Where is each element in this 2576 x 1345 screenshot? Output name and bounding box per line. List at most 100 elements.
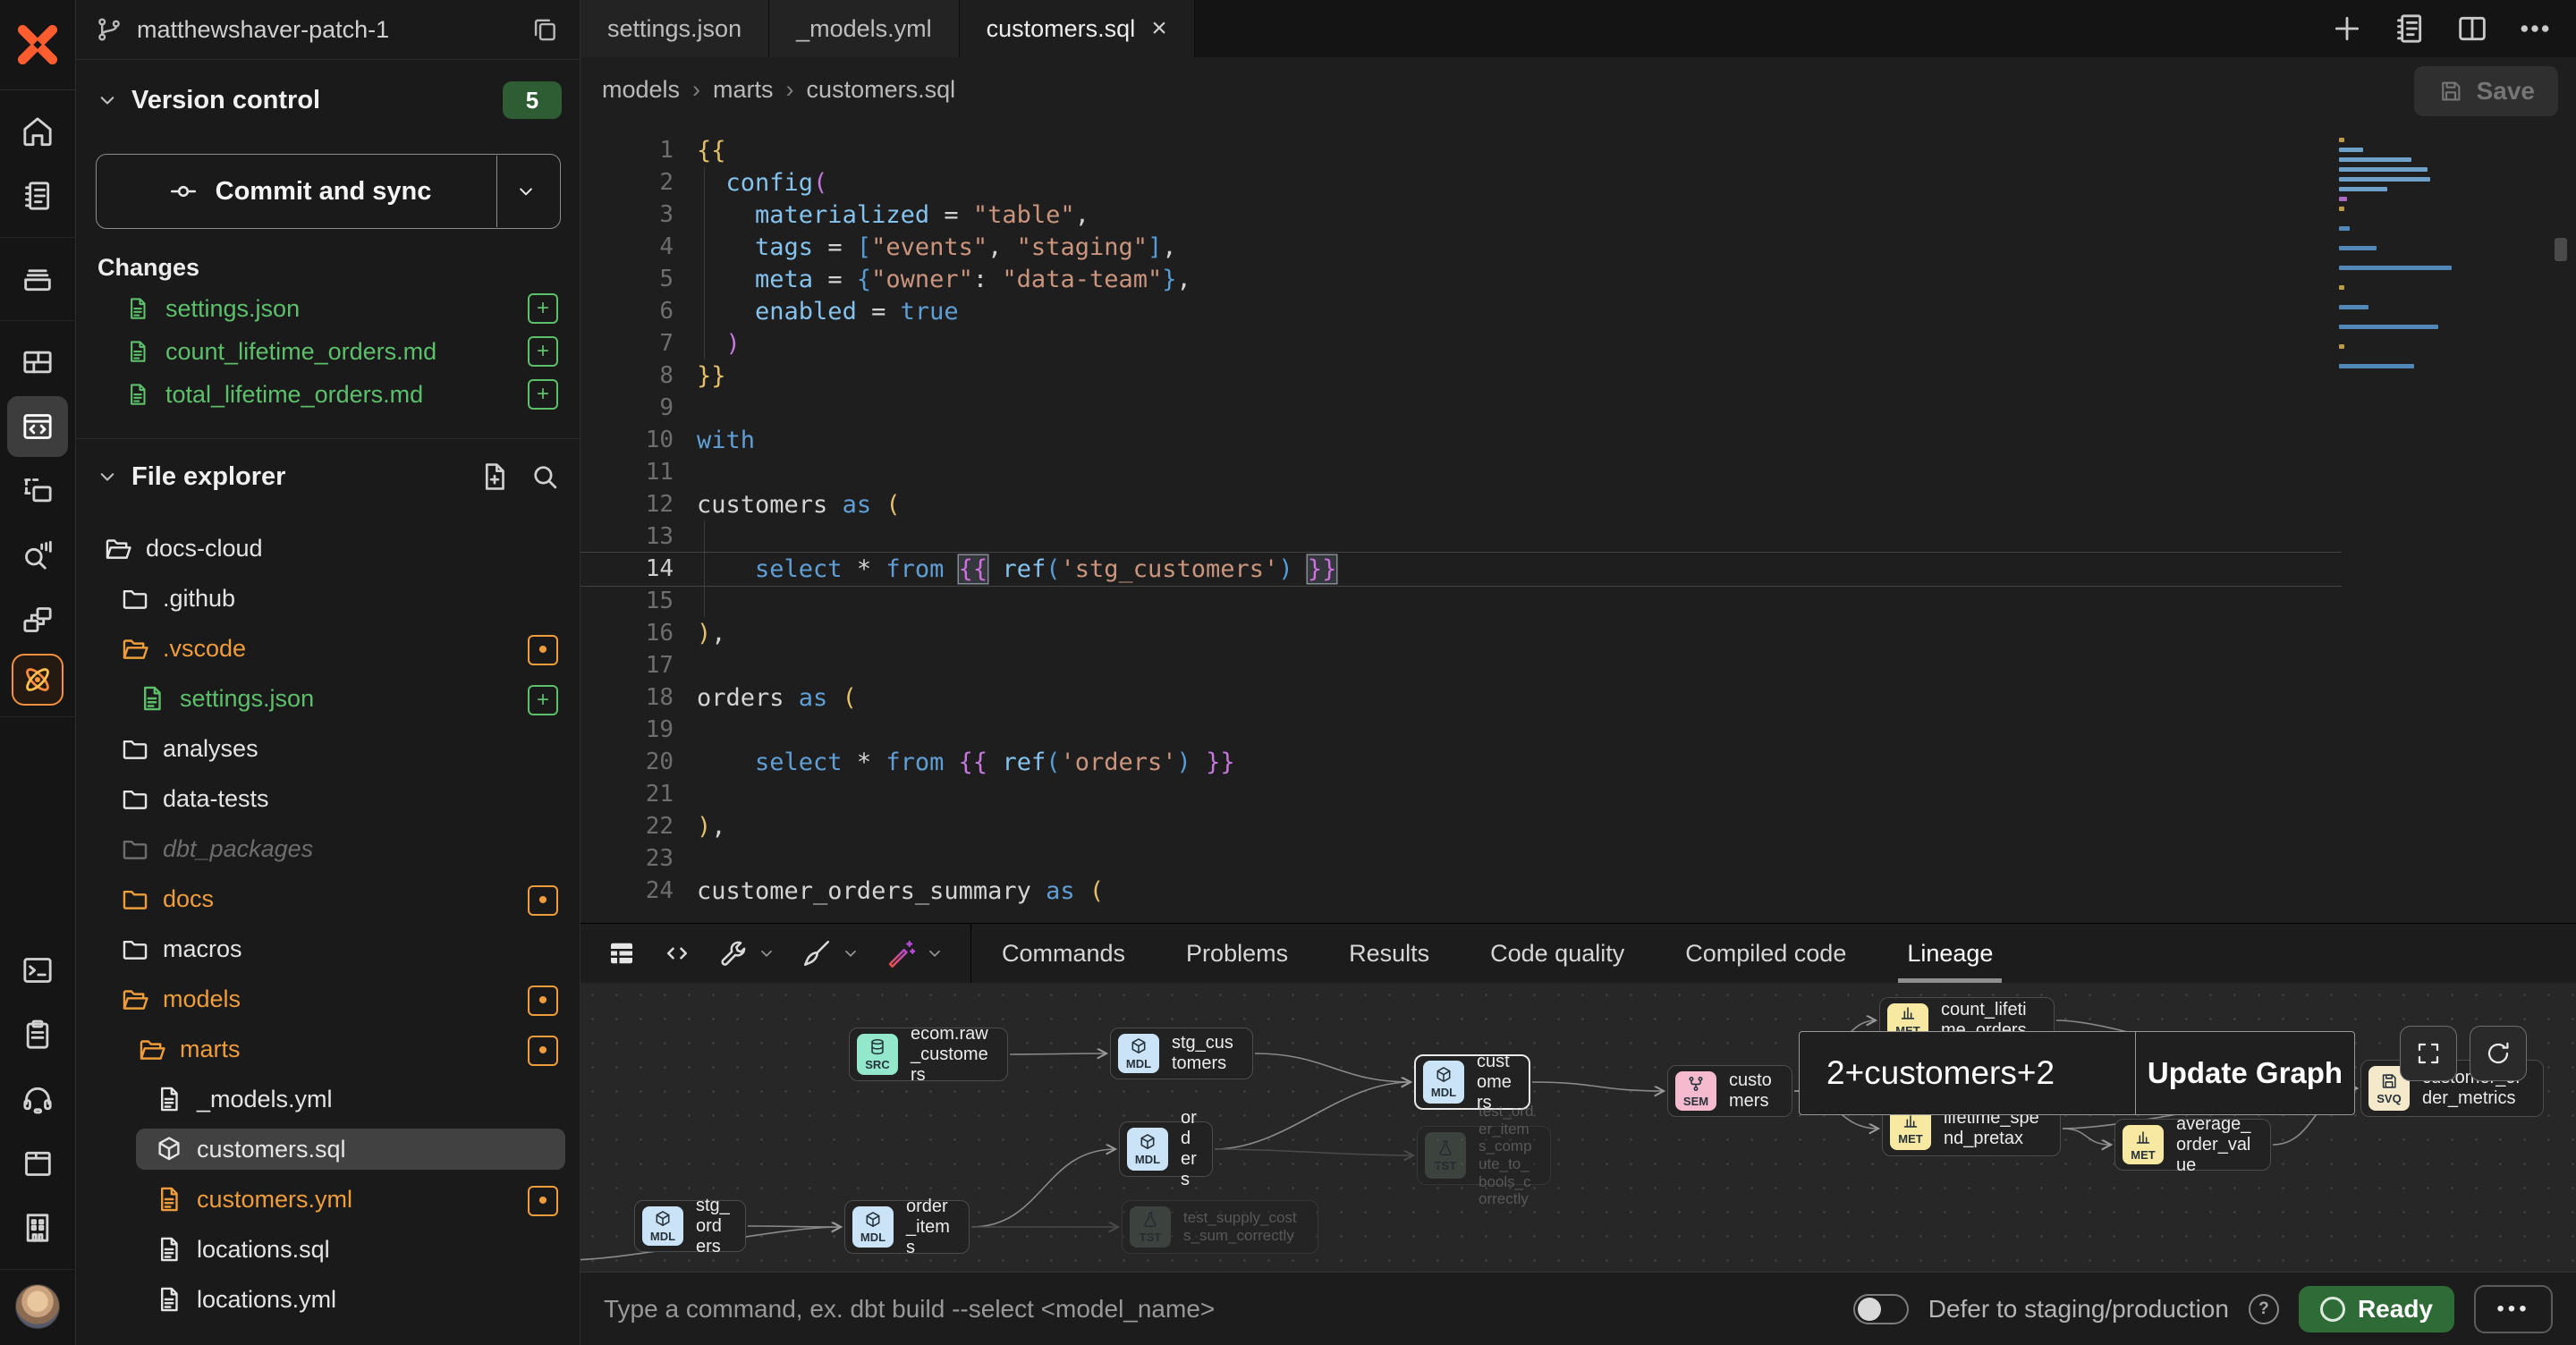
chevron-down-icon [840,943,861,964]
notebook-view-button[interactable] [2392,11,2428,47]
docs-icon [20,1146,55,1181]
command-input[interactable]: Type a command, ex. dbt build --select <… [604,1295,1834,1324]
rail-notebook-button[interactable] [7,165,68,226]
changed-file-row[interactable]: settings.json+ [76,287,580,330]
split-editor-button[interactable] [2454,11,2490,47]
changed-file-row[interactable]: count_lifetime_orders.md+ [76,330,580,373]
panel-tab-Problems[interactable]: Problems [1156,924,1318,983]
breadcrumb-item[interactable]: customers.sql [807,76,956,103]
code-line: 9 [580,392,2576,424]
commit-options-dropdown[interactable] [496,156,555,227]
folder-icon [103,533,133,563]
rail-dashboard-button[interactable] [7,332,68,393]
compile-code-button[interactable] [661,937,693,969]
file-explorer-header[interactable]: File explorer [76,452,580,502]
rail-canvas-button[interactable] [7,461,68,521]
tree-item-models[interactable]: models• [76,974,580,1024]
editor-more-button[interactable] [2517,11,2553,47]
defer-toggle[interactable] [1853,1294,1909,1324]
tree-item-marts[interactable]: marts• [76,1024,580,1074]
close-tab-icon[interactable]: × [1151,15,1167,42]
chevron-down-icon [513,179,538,204]
rail-tasks-button[interactable] [7,1004,68,1065]
tree-item-.vscode[interactable]: .vscode• [76,623,580,673]
panel-tab-Results[interactable]: Results [1318,924,1460,983]
minimap[interactable] [2339,138,2455,374]
tree-item-locations.yml[interactable]: locations.yml [76,1274,580,1324]
lineage-node-stg_orders[interactable]: MDLstg_orders [634,1200,746,1252]
rail-inbox-button[interactable] [7,249,68,309]
panel-tab-Commands[interactable]: Commands [971,924,1156,983]
panel-tab-Lineage[interactable]: Lineage [1877,924,2023,983]
tree-item-dbt_packages[interactable]: dbt_packages [76,824,580,874]
fullscreen-button[interactable] [2400,1026,2457,1081]
lineage-node-test_order_items_compute_to_bools_correctly[interactable]: TSTtest_order_items_compute_to_bools_cor… [1417,1126,1551,1185]
breadcrumb-item[interactable]: models [602,76,680,103]
file-icon [154,1084,184,1114]
rail-catalog-button[interactable] [12,654,64,706]
wrench-icon [716,937,749,969]
lineage-node-customers[interactable]: SEMcustomers [1667,1065,1792,1117]
version-control-header[interactable]: Version control 5 [76,71,580,130]
search-files-button[interactable] [528,460,562,494]
lineage-canvas[interactable]: SRCecom.raw_customers MDLstg_customers MDL… [580,983,2576,1273]
tree-item-settings.json[interactable]: settings.json+ [76,673,580,723]
tree-item-docs[interactable]: docs• [76,874,580,924]
refresh-graph-button[interactable] [2470,1026,2527,1081]
chevron-down-icon [94,463,121,490]
tree-item-data-tests[interactable]: data-tests [76,774,580,824]
save-button[interactable]: Save [2414,66,2558,116]
rail-orchestration-button[interactable] [7,589,68,650]
tree-item-_models.yml[interactable]: _models.yml [76,1074,580,1124]
new-file-button[interactable] [478,460,512,494]
more-options-button[interactable]: ••• [2474,1285,2553,1333]
cube-icon [653,1209,673,1229]
tree-item-macros[interactable]: macros [76,924,580,974]
code-line: 2 config( [580,166,2576,199]
format-button[interactable] [801,937,861,969]
ai-fix-button[interactable] [885,937,945,969]
panel-tab-Compiled code[interactable]: Compiled code [1655,924,1877,983]
tree-item-analyses[interactable]: analyses [76,723,580,774]
tree-item-.github[interactable]: .github [76,573,580,623]
editor-tab-customers.sql[interactable]: customers.sql× [960,0,1195,57]
rail-ide-button[interactable] [7,396,68,457]
lineage-node-average_order_value[interactable]: METaverage_order_value [2114,1119,2271,1171]
rail-terminal-button[interactable] [7,940,68,1001]
lineage-node-test_supply_costs_sum_correctly[interactable]: TSTtest_supply_costs_sum_correctly [1122,1200,1318,1254]
lineage-node-customers[interactable]: MDLcustomers [1414,1054,1530,1110]
new-tab-button[interactable] [2329,11,2365,47]
update-graph-button[interactable]: Update Graph [2135,1032,2354,1114]
lineage-node-stg_customers[interactable]: MDLstg_customers [1110,1028,1253,1079]
lineage-selector-input[interactable]: 2+customers+2 [1800,1032,2135,1114]
dbt-logo[interactable] [0,0,75,90]
rail-support-button[interactable] [7,1069,68,1129]
changed-file-row[interactable]: total_lifetime_orders.md+ [76,373,580,416]
preview-table-button[interactable] [606,937,638,969]
lineage-node-orders[interactable]: MDLorders [1119,1121,1213,1177]
editor-tab-_models.yml[interactable]: _models.yml [769,0,960,57]
code-editor[interactable]: 1{{2 config(3 materialized = "table",4 t… [580,122,2576,923]
rail-docs-button[interactable] [7,1133,68,1194]
tree-item-customers.yml[interactable]: customers.yml• [76,1174,580,1224]
rail-insights-button[interactable] [7,525,68,586]
commit-and-sync-button[interactable]: Commit and sync [96,154,561,229]
lineage-node-order_items[interactable]: MDLorder_items [844,1200,970,1254]
copy-branch-button[interactable] [528,13,562,47]
user-menu[interactable] [0,1269,75,1345]
editor-tab-settings.json[interactable]: settings.json [580,0,769,57]
changes-count-badge: 5 [503,81,562,119]
lineage-node-ecom.raw_customers[interactable]: SRCecom.raw_customers [849,1028,1008,1081]
tree-item-docs-cloud[interactable]: docs-cloud [76,523,580,573]
help-icon[interactable]: ? [2249,1294,2279,1324]
file-icon [124,338,151,365]
scrollbar-thumb[interactable] [2555,238,2567,261]
rail-home-button[interactable] [7,101,68,162]
tree-item-locations.sql[interactable]: locations.sql [76,1224,580,1274]
ide-status-button[interactable]: Ready [2299,1286,2454,1332]
breadcrumb-item[interactable]: marts [713,76,774,103]
tree-item-customers.sql[interactable]: customers.sql [76,1124,580,1174]
panel-tab-Code quality[interactable]: Code quality [1460,924,1655,983]
rail-organization-button[interactable] [7,1197,68,1258]
build-button[interactable] [716,937,777,969]
